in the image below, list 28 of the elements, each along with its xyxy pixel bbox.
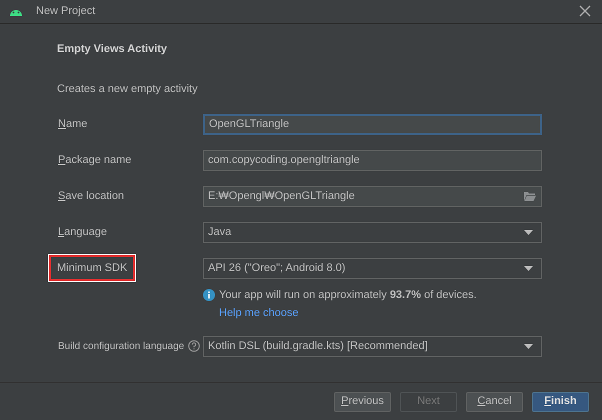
help-icon[interactable] xyxy=(188,340,200,352)
field-label: Minimum SDK xyxy=(51,256,134,280)
dropdown-arrow-icon xyxy=(524,344,533,348)
field-label: Save location xyxy=(57,188,126,204)
dialog-button[interactable]: Finish xyxy=(532,392,589,412)
dropdown[interactable]: Kotlin DSL (build.gradle.kts) [Recommended] xyxy=(203,336,542,356)
close-button[interactable] xyxy=(579,4,593,18)
description: Creates a new empty activity xyxy=(57,82,199,96)
dropdown-arrow-icon xyxy=(524,266,533,270)
field-label: Language xyxy=(57,224,108,240)
android-icon xyxy=(9,7,23,16)
field-label: Build configuration language xyxy=(57,340,186,354)
text-field[interactable]: OpenGLTriangle xyxy=(203,114,542,134)
info-text: Your app will run on approximately 93.7% of devices. xyxy=(219,288,477,303)
window-title: New Project xyxy=(36,4,96,20)
dialog-button[interactable]: Previous xyxy=(334,392,391,412)
field-label: Name xyxy=(57,116,88,132)
text-field[interactable]: com.copycoding.opengltriangle xyxy=(203,150,542,170)
dialog-button[interactable]: Cancel xyxy=(466,392,523,412)
help-link[interactable]: Help me choose xyxy=(219,304,298,321)
dropdown[interactable]: API 26 ("Oreo"; Android 8.0) xyxy=(203,258,542,278)
dropdown[interactable]: Java xyxy=(203,222,542,242)
field-label: Package name xyxy=(57,152,132,168)
info-icon xyxy=(203,289,215,302)
folder-field[interactable]: E:₩Opengl₩OpenGLTriangle xyxy=(203,186,542,206)
folder-icon[interactable] xyxy=(524,192,536,200)
dropdown-arrow-icon xyxy=(524,230,533,234)
heading: Empty Views Activity xyxy=(57,42,168,57)
